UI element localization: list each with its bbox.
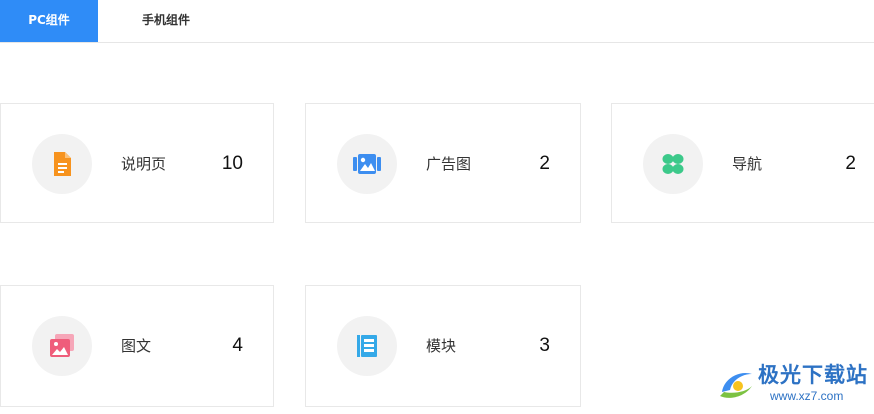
card-label: 图文 bbox=[121, 337, 152, 355]
card-count: 4 bbox=[232, 335, 243, 356]
component-card-description-page[interactable]: 说明页 10 bbox=[0, 103, 274, 223]
card-count: 2 bbox=[539, 153, 550, 174]
tab-bar: PC组件 手机组件 bbox=[0, 0, 874, 43]
stacked-pages-icon bbox=[357, 335, 377, 357]
card-count: 2 bbox=[845, 153, 856, 174]
icon-circle bbox=[32, 134, 92, 194]
watermark-url: www.xz7.com bbox=[770, 389, 844, 403]
four-dots-icon bbox=[662, 154, 684, 174]
component-card-banner-image[interactable]: 广告图 2 bbox=[305, 103, 581, 223]
watermark-title: 极光下载站 bbox=[758, 363, 868, 387]
card-count: 3 bbox=[539, 335, 550, 356]
card-label: 模块 bbox=[426, 337, 457, 355]
card-label: 广告图 bbox=[426, 155, 472, 173]
icon-circle bbox=[337, 134, 397, 194]
icon-circle bbox=[643, 134, 703, 194]
icon-circle bbox=[337, 316, 397, 376]
aurora-logo-icon bbox=[720, 372, 752, 398]
icon-circle bbox=[32, 316, 92, 376]
component-card-module[interactable]: 模块 3 bbox=[305, 285, 581, 407]
tab-mobile-components[interactable]: 手机组件 bbox=[98, 0, 234, 42]
watermark: 极光下载站 www.xz7.com bbox=[714, 360, 870, 408]
card-count: 10 bbox=[221, 153, 243, 174]
component-card-navigation[interactable]: 导航 2 bbox=[611, 103, 874, 223]
tab-pc-components[interactable]: PC组件 bbox=[0, 0, 98, 42]
card-label: 说明页 bbox=[121, 155, 167, 173]
image-stack-icon bbox=[50, 334, 74, 357]
image-gallery-icon bbox=[353, 154, 381, 174]
document-icon bbox=[54, 152, 71, 176]
component-card-image-text[interactable]: 图文 4 bbox=[0, 285, 274, 407]
card-label: 导航 bbox=[732, 155, 763, 173]
